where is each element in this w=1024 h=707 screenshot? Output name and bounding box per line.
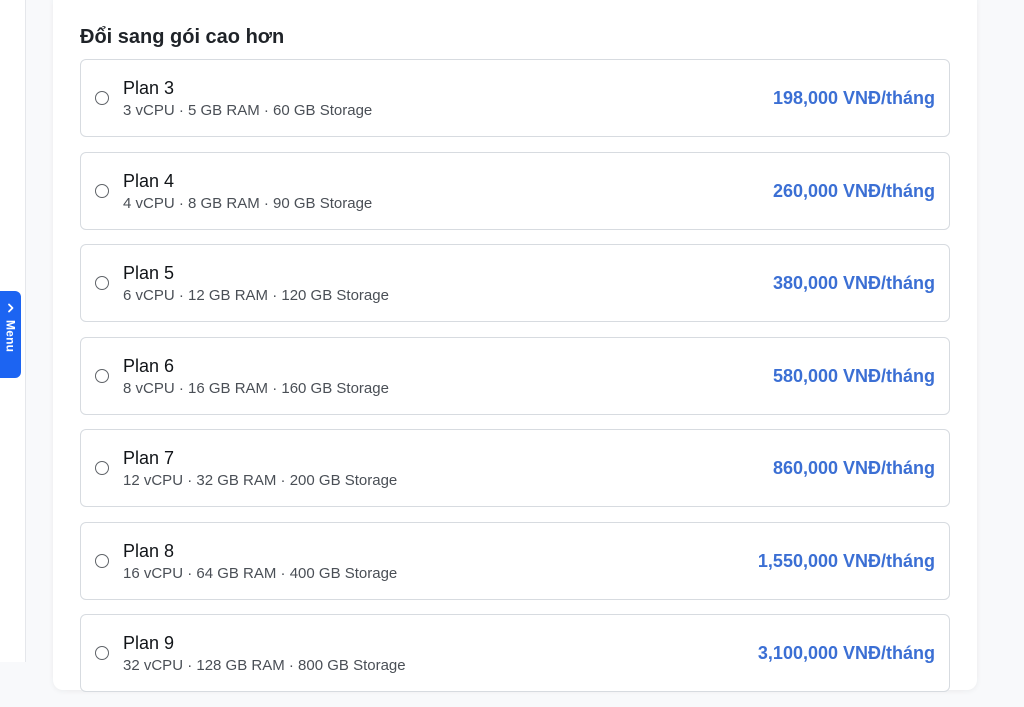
plan-name: Plan 6	[123, 355, 175, 376]
plan-text: Plan 4 4 vCPU · 8 GB RAM · 90 GB Storage	[123, 170, 372, 214]
plan-option-6[interactable]: Plan 6 8 vCPU · 16 GB RAM · 160 GB Stora…	[80, 336, 950, 415]
plan-option-9[interactable]: Plan 9 32 vCPU · 128 GB RAM · 800 GB Sto…	[80, 614, 950, 692]
plan-radio[interactable]	[95, 368, 109, 383]
plan-name: Plan 7	[123, 448, 175, 468]
plan-specs: 32 vCPU · 128 GB RAM · 800 GB Storage	[123, 657, 406, 674]
plan-option-4[interactable]: Plan 4 4 vCPU · 8 GB RAM · 90 GB Storage…	[80, 151, 950, 230]
plan-text: Plan 8 16 vCPU · 64 GB RAM · 400 GB Stor…	[123, 540, 397, 584]
plan-specs: 12 vCPU · 32 GB RAM · 200 GB Storage	[123, 472, 398, 489]
plan-name: Plan 5	[123, 263, 175, 283]
plan-price: 3,100,000 VNĐ/tháng	[757, 643, 935, 663]
plan-text: Plan 7 12 vCPU · 32 GB RAM · 200 GB Stor…	[123, 447, 397, 491]
plan-specs: 6 vCPU · 12 GB RAM · 120 GB Storage	[123, 287, 389, 304]
plan-text: Plan 3 3 vCPU · 5 GB RAM · 60 GB Storage	[123, 77, 372, 121]
plan-name: Plan 9	[123, 633, 175, 653]
plan-price: 1,550,000 VNĐ/tháng	[757, 550, 935, 571]
plan-option-5[interactable]: Plan 5 6 vCPU · 12 GB RAM · 120 GB Stora…	[80, 244, 950, 322]
plan-price: 860,000 VNĐ/tháng	[772, 458, 935, 478]
plan-option-7[interactable]: Plan 7 12 vCPU · 32 GB RAM · 200 GB Stor…	[80, 429, 950, 507]
plan-radio[interactable]	[95, 183, 109, 198]
plan-radio[interactable]	[95, 91, 109, 105]
plan-radio[interactable]	[95, 461, 109, 475]
menu-toggle-button[interactable]: Menu	[0, 291, 21, 378]
plan-price: 198,000 VNĐ/tháng	[772, 88, 935, 108]
plan-specs: 4 vCPU · 8 GB RAM · 90 GB Storage	[123, 194, 373, 212]
plan-specs: 8 vCPU · 16 GB RAM · 160 GB Storage	[123, 379, 389, 397]
plan-option-8[interactable]: Plan 8 16 vCPU · 64 GB RAM · 400 GB Stor…	[80, 521, 950, 600]
plan-name: Plan 8	[123, 540, 175, 561]
plan-name: Plan 3	[123, 78, 175, 98]
plan-radio[interactable]	[95, 553, 109, 568]
plan-radio[interactable]	[95, 276, 109, 290]
plan-option-3[interactable]: Plan 3 3 vCPU · 5 GB RAM · 60 GB Storage…	[80, 59, 950, 137]
plan-name: Plan 4	[123, 170, 175, 191]
plan-price: 260,000 VNĐ/tháng	[772, 180, 935, 201]
plan-price: 380,000 VNĐ/tháng	[772, 273, 935, 293]
menu-label: Menu	[3, 320, 18, 353]
plan-list: Plan 3 3 vCPU · 5 GB RAM · 60 GB Storage…	[80, 59, 950, 707]
plan-specs: 16 vCPU · 64 GB RAM · 400 GB Storage	[123, 564, 398, 582]
plan-text: Plan 9 32 vCPU · 128 GB RAM · 800 GB Sto…	[123, 632, 406, 676]
plan-text: Plan 5 6 vCPU · 12 GB RAM · 120 GB Stora…	[123, 262, 389, 306]
plan-price: 580,000 VNĐ/tháng	[772, 365, 935, 386]
plan-radio[interactable]	[95, 646, 109, 660]
chevron-right-icon	[7, 303, 13, 313]
plan-specs: 3 vCPU · 5 GB RAM · 60 GB Storage	[123, 102, 373, 119]
plan-text: Plan 6 8 vCPU · 16 GB RAM · 160 GB Stora…	[123, 355, 389, 399]
section-title: Đổi sang gói cao hơn	[80, 26, 285, 48]
